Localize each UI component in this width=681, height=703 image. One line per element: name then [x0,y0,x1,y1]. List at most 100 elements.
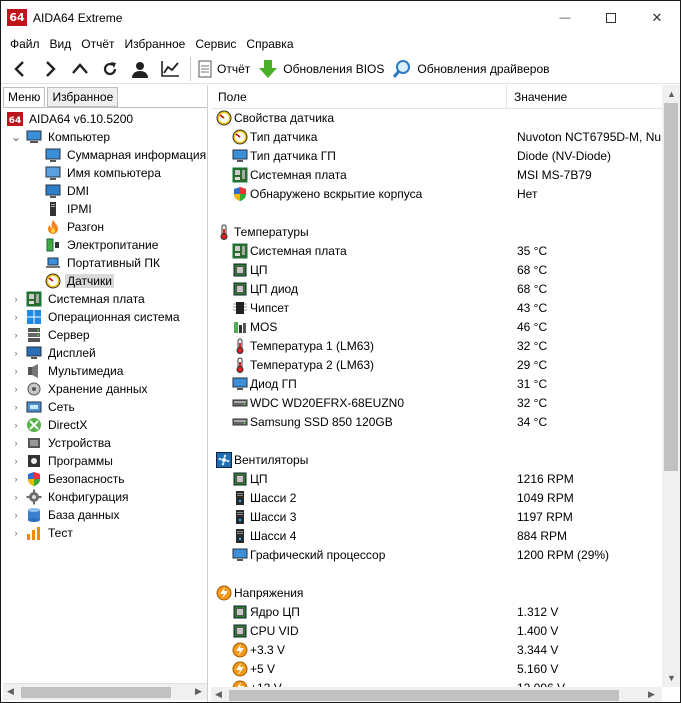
tree-item-computer-child[interactable]: IPMI [45,200,94,218]
menu-view[interactable]: Вид [45,34,77,54]
expand-arrow-icon[interactable]: › [11,474,21,484]
expand-arrow-icon[interactable]: › [11,438,21,448]
collapse-arrow-icon[interactable]: ⌄ [11,130,21,144]
tree-item-computer-child[interactable]: Имя компьютера [45,164,163,182]
expand-arrow-icon[interactable]: › [11,492,21,502]
tree-item-section[interactable]: › Программы [11,452,115,470]
back-button[interactable] [5,55,35,83]
tab-favorites[interactable]: Избранное [47,87,119,107]
tree-item-section[interactable]: › Сервер [11,326,92,344]
sensor-row[interactable]: Графический процессор 1200 RPM (29%) [211,546,662,565]
benchmark-button[interactable] [155,55,185,83]
menu-file[interactable]: Файл [5,34,45,54]
expand-arrow-icon[interactable]: › [11,420,21,430]
group-header[interactable]: Температуры [211,223,662,242]
refresh-button[interactable] [95,55,125,83]
sensor-row[interactable]: Шасси 2 1049 RPM [211,489,662,508]
group-header[interactable]: Вентиляторы [211,451,662,470]
tree-item-computer-child[interactable]: Электропитание [45,236,160,254]
sensor-row[interactable]: Обнаружено вскрытие корпуса Нет [211,185,662,204]
scroll-left-icon[interactable]: ◀ [7,686,14,697]
sensor-row[interactable]: Диод ГП 31 °C [211,375,662,394]
sensor-row[interactable]: WDC WD20EFRX-68EUZN0 32 °C [211,394,662,413]
sensor-row[interactable]: Температура 2 (LM63) 29 °C [211,356,662,375]
list-scroll-left-icon[interactable]: ◀ [215,689,222,700]
tab-menu[interactable]: Меню [3,87,46,107]
tree-item-computer-child[interactable]: Датчики [45,272,114,290]
sensor-row[interactable]: +3.3 V 3.344 V [211,641,662,660]
menu-report[interactable]: Отчёт [76,34,119,54]
user-button[interactable] [125,55,155,83]
tree-item-computer-child[interactable]: Разгон [45,218,106,236]
sensor-row[interactable]: Тип датчика ГП Diode (NV-Diode) [211,147,662,166]
close-button[interactable]: ✕ [634,1,680,34]
menu-favorites[interactable]: Избранное [120,34,191,54]
forward-button[interactable] [35,55,65,83]
expand-arrow-icon[interactable]: › [11,330,21,340]
expand-arrow-icon[interactable]: › [11,312,21,322]
tree-item-computer-child[interactable]: Портативный ПК [45,254,162,272]
bios-updates-button[interactable]: Обновления BIOS [256,55,390,83]
sensor-row[interactable]: ЦП 1216 RPM [211,470,662,489]
sensor-row[interactable]: Samsung SSD 850 120GB 34 °C [211,413,662,432]
driver-updates-button[interactable]: Обновления драйверов [390,55,555,83]
expand-arrow-icon[interactable]: › [11,294,21,304]
expand-arrow-icon[interactable]: › [11,528,21,538]
sensor-row[interactable]: CPU VID 1.400 V [211,622,662,641]
tree-item-section[interactable]: › Устройства [11,434,113,452]
group-header[interactable]: Напряжения [211,584,662,603]
tree-item-section[interactable]: › Сеть [11,398,77,416]
tree-item-root[interactable]: 64 AIDA64 v6.10.5200 [7,110,135,128]
maximize-button[interactable] [588,1,634,34]
tree-item-section[interactable]: › Системная плата [11,290,147,308]
tree-horizontal-scrollbar[interactable]: ◀ ▶ [3,683,207,700]
expand-arrow-icon[interactable]: › [11,402,21,412]
tree-item-section[interactable]: › Операционная система [11,308,182,326]
tree-item-computer-child[interactable]: Суммарная информация [45,146,207,164]
scroll-up-icon[interactable]: ▲ [667,89,676,99]
group-header[interactable]: Свойства датчика [211,109,662,128]
menu-help[interactable]: Справка [241,34,298,54]
minimize-button[interactable]: — [542,1,588,34]
sensor-row[interactable]: Шасси 4 884 RPM [211,527,662,546]
tree-item-section[interactable]: › Безопасность [11,470,127,488]
tree-scrollbar-thumb[interactable] [21,687,171,698]
tree-item-section[interactable]: › Дисплей [11,344,98,362]
sensor-row[interactable]: Системная плата 35 °C [211,242,662,261]
sensor-row[interactable]: Тип датчика Nuvoton NCT6795D-M, Nu [211,128,662,147]
sensor-row[interactable]: Шасси 3 1197 RPM [211,508,662,527]
sensor-row[interactable]: ЦП диод 68 °C [211,280,662,299]
expand-arrow-icon[interactable]: › [11,366,21,376]
tree-item-computer[interactable]: ⌄ Компьютер [11,128,112,146]
tree-item-section[interactable]: › Конфигурация [11,488,131,506]
list-scroll-right-icon[interactable]: ▶ [648,689,655,700]
expand-arrow-icon[interactable]: › [11,348,21,358]
tree-item-section[interactable]: › База данных [11,506,121,524]
tree-item-section[interactable]: › DirectX [11,416,89,434]
sensor-row[interactable]: +5 V 5.160 V [211,660,662,679]
report-button[interactable]: Отчёт [196,55,256,83]
tree-item-section[interactable]: › Хранение данных [11,380,150,398]
sensor-row[interactable]: ЦП 68 °C [211,261,662,280]
scroll-down-icon[interactable]: ▼ [667,673,676,683]
tree-item-section[interactable]: › Тест [11,524,75,542]
list-scrollbar-thumb[interactable] [229,690,619,701]
expand-arrow-icon[interactable]: › [11,384,21,394]
scroll-right-icon[interactable]: ▶ [195,686,202,697]
expand-arrow-icon[interactable]: › [11,456,21,466]
sensor-row[interactable]: Системная плата MSI MS-7B79 [211,166,662,185]
tree-item-section[interactable]: › Мультимедиа [11,362,125,380]
list-horizontal-scrollbar[interactable]: ◀ ▶ [211,687,662,702]
sensor-row[interactable]: MOS 46 °C [211,318,662,337]
up-button[interactable] [65,55,95,83]
column-field-header[interactable]: Поле [211,85,507,109]
sensor-row[interactable]: Температура 1 (LM63) 32 °C [211,337,662,356]
tree-item-computer-child[interactable]: DMI [45,182,91,200]
menu-service[interactable]: Сервис [190,34,241,54]
sensor-row[interactable]: Чипсет 43 °C [211,299,662,318]
sensor-row[interactable]: +12 V12.096 V [211,679,662,687]
column-value-header[interactable]: Значение [507,85,662,109]
vertical-scrollbar-thumb[interactable] [664,103,678,471]
vertical-scrollbar[interactable]: ▲ ▼ [662,85,680,687]
sensor-row[interactable]: Ядро ЦП 1.312 V [211,603,662,622]
